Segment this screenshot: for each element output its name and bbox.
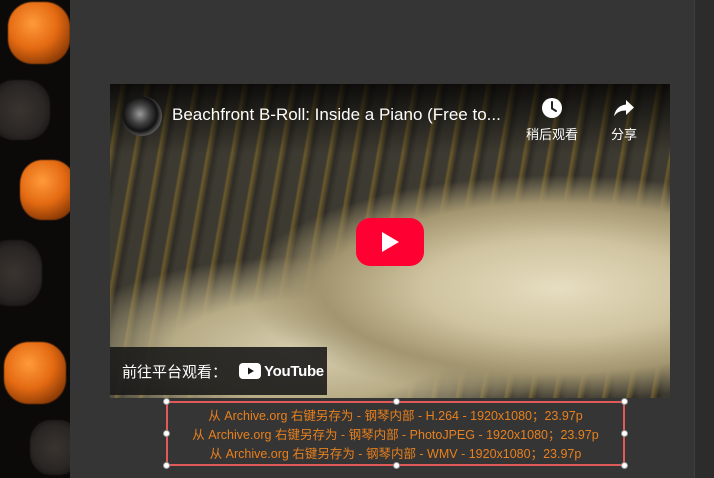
bokeh-light	[0, 80, 50, 140]
bokeh-light	[20, 160, 70, 220]
resize-handle[interactable]	[163, 398, 170, 405]
play-icon	[382, 232, 399, 252]
share-button[interactable]: 分享	[592, 96, 656, 143]
resize-handle[interactable]	[163, 430, 170, 437]
share-arrow-icon	[614, 100, 634, 117]
youtube-logo-text: YouTube	[264, 362, 324, 380]
download-link-h264[interactable]: 从 Archive.org 右键另存为 - 钢琴内部 - H.264 - 192…	[168, 405, 623, 424]
download-link-wmv[interactable]: 从 Archive.org 右键另存为 - 钢琴内部 - WMV - 1920x…	[168, 443, 623, 462]
resize-handle[interactable]	[163, 462, 170, 469]
channel-avatar[interactable]	[122, 96, 162, 136]
download-links-block[interactable]: 从 Archive.org 右键另存为 - 钢琴内部 - H.264 - 192…	[163, 398, 628, 469]
bokeh-light	[8, 2, 70, 64]
video-title[interactable]: Beachfront B-Roll: Inside a Piano (Free …	[172, 105, 522, 125]
resize-handle[interactable]	[621, 430, 628, 437]
bokeh-light	[4, 342, 66, 404]
share-label: 分享	[610, 127, 637, 142]
watch-later-label: 稍后观看	[525, 127, 578, 142]
youtube-logo: YouTube	[239, 363, 324, 380]
clock-icon	[542, 98, 562, 118]
page-scrollbar-track[interactable]	[694, 0, 714, 478]
bokeh-light	[30, 420, 70, 475]
play-button[interactable]	[356, 218, 424, 266]
resize-handle[interactable]	[393, 398, 400, 405]
watch-later-button[interactable]: 稍后观看	[520, 96, 584, 143]
watch-on-label: 前往平台观看：	[122, 363, 228, 381]
watch-on-youtube-button[interactable]: 前往平台观看： YouTube	[110, 347, 327, 395]
video-player[interactable]: Beachfront B-Roll: Inside a Piano (Free …	[110, 84, 670, 398]
resize-handle[interactable]	[393, 462, 400, 469]
resize-handle[interactable]	[621, 462, 628, 469]
bokeh-light	[0, 240, 42, 306]
background-bokeh-strip	[0, 0, 70, 478]
download-link-photojpeg[interactable]: 从 Archive.org 右键另存为 - 钢琴内部 - PhotoJPEG -…	[168, 424, 623, 443]
youtube-logo-icon	[239, 363, 262, 379]
resize-handle[interactable]	[621, 398, 628, 405]
